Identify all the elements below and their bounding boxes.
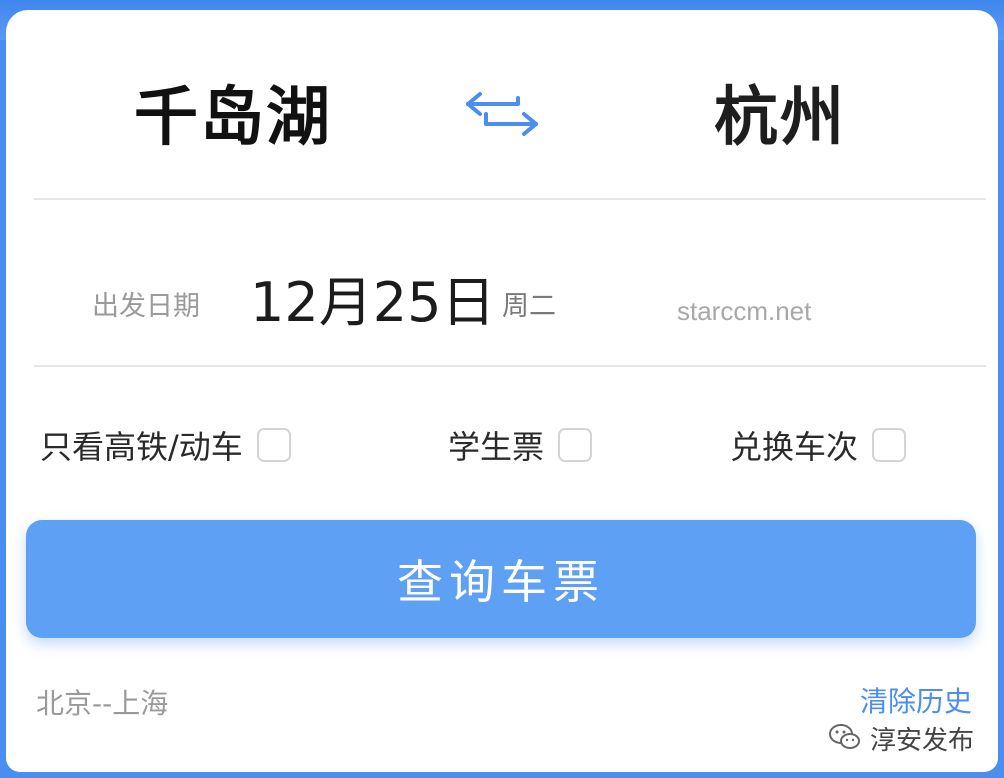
option-label: 只看高铁/动车	[40, 428, 243, 466]
option-label: 兑换车次	[730, 428, 859, 466]
departure-date-row[interactable]: 出发日期 12月25日 周二 starccm.net	[6, 200, 998, 365]
weekday-label: 周二	[502, 291, 556, 322]
arrival-city[interactable]: 杭州	[714, 78, 846, 158]
ticket-search-card: 千岛湖 杭州 出发日期 12月25日 周二 starccm.net 只看高铁/动…	[6, 10, 998, 772]
watermark: starccm.net	[677, 296, 812, 326]
checkbox[interactable]	[256, 428, 291, 462]
publisher-badge: 淳安发布	[828, 720, 974, 757]
checkbox[interactable]	[872, 428, 907, 462]
history-item[interactable]: 北京--上海	[36, 682, 168, 722]
option-exchange-train[interactable]: 兑换车次	[730, 422, 907, 468]
option-student-ticket[interactable]: 学生票	[448, 422, 593, 468]
swap-arrows-icon[interactable]	[458, 88, 546, 140]
clear-history-link[interactable]: 清除历史	[860, 680, 972, 720]
option-high-speed-only[interactable]: 只看高铁/动车	[40, 422, 291, 468]
departure-city[interactable]: 千岛湖	[134, 78, 332, 158]
date-value[interactable]: 12月25日	[250, 258, 495, 337]
date-label: 出发日期	[92, 291, 200, 322]
route-selector: 千岛湖 杭州	[6, 10, 998, 198]
filter-options: 只看高铁/动车 学生票 兑换车次	[6, 410, 998, 470]
option-label: 学生票	[448, 428, 545, 466]
checkbox[interactable]	[558, 428, 593, 462]
wechat-icon	[828, 722, 862, 756]
publisher-name: 淳安发布	[869, 726, 974, 756]
search-tickets-button[interactable]: 查询车票	[26, 520, 976, 638]
divider	[34, 365, 986, 367]
